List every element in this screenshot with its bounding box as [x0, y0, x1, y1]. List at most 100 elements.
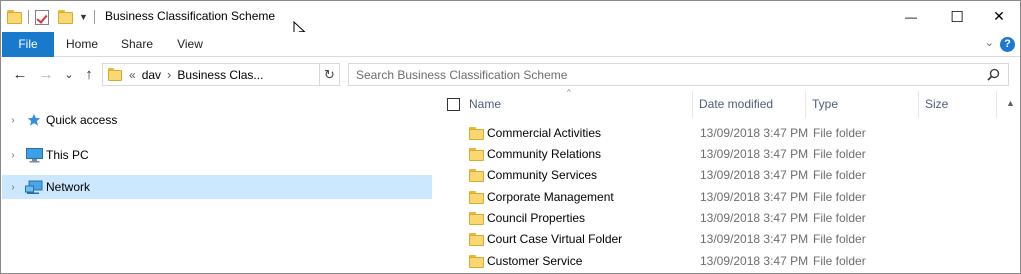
file-name: Customer Service: [487, 254, 583, 268]
folder-icon: [108, 68, 122, 81]
folder-icon: [469, 212, 484, 225]
file-name: Council Properties: [487, 211, 586, 225]
column-header-type[interactable]: Type: [806, 91, 919, 118]
refresh-button[interactable]: ↻: [319, 64, 339, 85]
window-title: Business Classification Scheme: [105, 9, 276, 23]
close-icon: ✕: [993, 8, 1005, 24]
nav-item-label: Quick access: [46, 113, 118, 127]
nav-item-label: This PC: [46, 148, 89, 162]
help-button[interactable]: ?: [1000, 37, 1015, 52]
expand-chevron-icon[interactable]: ›: [4, 150, 22, 161]
file-row[interactable]: Customer Service 13/09/2018 3:47 PM File…: [436, 251, 1020, 272]
star-icon: [25, 112, 43, 128]
navigation-bar: ← → ⌄ ↑ « dav › Business Clas... ↻: [1, 58, 1020, 90]
select-all-checkbox[interactable]: [447, 98, 460, 111]
nav-item-this-pc[interactable]: › This PC: [2, 143, 432, 167]
navigation-pane: › Quick access › This PC › Network: [1, 91, 434, 273]
tab-home[interactable]: Home: [59, 32, 105, 57]
file-date-modified: 13/09/2018 3:47 PM: [700, 254, 809, 268]
file-row[interactable]: Court Case Virtual Folder 13/09/2018 3:4…: [436, 229, 1020, 250]
properties-icon[interactable]: [35, 9, 49, 25]
file-type: File folder: [813, 211, 866, 225]
computer-icon: [25, 147, 43, 163]
vertical-scrollbar[interactable]: ▲: [1002, 91, 1020, 273]
search-input[interactable]: [349, 64, 969, 85]
column-header-size[interactable]: Size: [919, 91, 997, 118]
recent-locations-button[interactable]: ⌄: [61, 63, 77, 85]
file-row[interactable]: Corporate Management 13/09/2018 3:47 PM …: [436, 187, 1020, 208]
toolbar-separator: [93, 10, 95, 24]
file-name: Commercial Activities: [487, 126, 602, 140]
folder-icon: [469, 255, 484, 268]
title-bar: ▼ Business Classification Scheme — ☐ ✕: [1, 1, 1020, 40]
minimize-button[interactable]: —: [888, 1, 934, 32]
column-header-date-modified[interactable]: Date modified: [693, 91, 806, 118]
file-date-modified: 13/09/2018 3:47 PM: [700, 168, 809, 182]
tab-view[interactable]: View: [167, 32, 213, 57]
new-folder-icon[interactable]: [58, 10, 73, 24]
customize-toolbar-dropdown-icon[interactable]: ▼: [79, 12, 88, 22]
tab-share[interactable]: Share: [114, 32, 160, 57]
file-type: File folder: [813, 126, 866, 140]
back-button[interactable]: ←: [9, 63, 31, 85]
explorer-window: ▼ Business Classification Scheme — ☐ ✕ F…: [0, 0, 1021, 274]
folder-icon: [7, 10, 22, 24]
file-name: Community Relations: [487, 147, 602, 161]
network-icon: [25, 179, 43, 195]
file-name: Community Services: [487, 168, 598, 182]
file-name: Court Case Virtual Folder: [487, 232, 623, 246]
back-arrow-icon: ←: [12, 65, 28, 83]
breadcrumb-dav[interactable]: dav: [142, 68, 161, 82]
breadcrumb-current[interactable]: Business Clas...: [177, 68, 263, 82]
column-headers: ^ Name Date modified Type Size: [436, 88, 1020, 118]
forward-button[interactable]: →: [35, 63, 57, 85]
file-date-modified: 13/09/2018 3:47 PM: [700, 190, 809, 204]
tab-file[interactable]: File: [2, 32, 54, 57]
column-header-name[interactable]: Name: [463, 91, 693, 118]
file-date-modified: 13/09/2018 3:47 PM: [700, 211, 809, 225]
file-row[interactable]: Commercial Activities 13/09/2018 3:47 PM…: [436, 123, 1020, 144]
forward-arrow-icon: →: [38, 65, 54, 83]
nav-item-network[interactable]: › Network: [2, 175, 432, 199]
file-type: File folder: [813, 232, 866, 246]
nav-item-quick-access[interactable]: › Quick access: [2, 108, 432, 132]
up-button[interactable]: ↑: [79, 63, 99, 85]
maximize-icon: ☐: [950, 8, 964, 26]
folder-icon: [469, 233, 484, 246]
expand-ribbon-chevron-icon[interactable]: ⌄: [985, 36, 994, 49]
search-icon[interactable]: [987, 68, 1000, 81]
ribbon-tabs: File Home Share View ⌄ ?: [1, 32, 1020, 57]
folder-icon: [469, 148, 484, 161]
file-row[interactable]: Community Relations 13/09/2018 3:47 PM F…: [436, 144, 1020, 165]
file-name: Corporate Management: [487, 190, 614, 204]
file-type: File folder: [813, 168, 866, 182]
close-button[interactable]: ✕: [976, 1, 1020, 32]
folder-icon: [469, 127, 484, 140]
scroll-up-arrow-icon[interactable]: ▲: [1006, 98, 1015, 108]
chevron-down-icon: ⌄: [64, 68, 74, 81]
expand-chevron-icon[interactable]: ›: [4, 115, 22, 126]
file-type: File folder: [813, 147, 866, 161]
file-row[interactable]: Council Properties 13/09/2018 3:47 PM Fi…: [436, 208, 1020, 229]
maximize-button[interactable]: ☐: [934, 1, 980, 32]
minimize-icon: —: [905, 9, 917, 24]
file-list: ^ Name Date modified Type Size Commercia…: [436, 88, 1020, 273]
breadcrumb-separator-icon[interactable]: ›: [167, 67, 171, 82]
address-bar[interactable]: « dav › Business Clas... ↻: [102, 63, 340, 86]
breadcrumb-overflow-icon[interactable]: «: [129, 68, 136, 82]
file-date-modified: 13/09/2018 3:47 PM: [700, 147, 809, 161]
search-box[interactable]: [348, 63, 1009, 86]
file-date-modified: 13/09/2018 3:47 PM: [700, 232, 809, 246]
refresh-icon: ↻: [324, 66, 335, 82]
file-type: File folder: [813, 254, 866, 268]
quick-access-toolbar: ▼: [7, 6, 101, 28]
folder-icon: [469, 169, 484, 182]
toolbar-separator: [28, 10, 29, 24]
expand-chevron-icon[interactable]: ›: [4, 182, 22, 193]
folder-icon: [469, 191, 484, 204]
file-row[interactable]: Community Services 13/09/2018 3:47 PM Fi…: [436, 165, 1020, 186]
up-arrow-icon: ↑: [85, 65, 93, 83]
nav-item-label: Network: [46, 180, 91, 194]
file-type: File folder: [813, 190, 866, 204]
file-date-modified: 13/09/2018 3:47 PM: [700, 126, 809, 140]
